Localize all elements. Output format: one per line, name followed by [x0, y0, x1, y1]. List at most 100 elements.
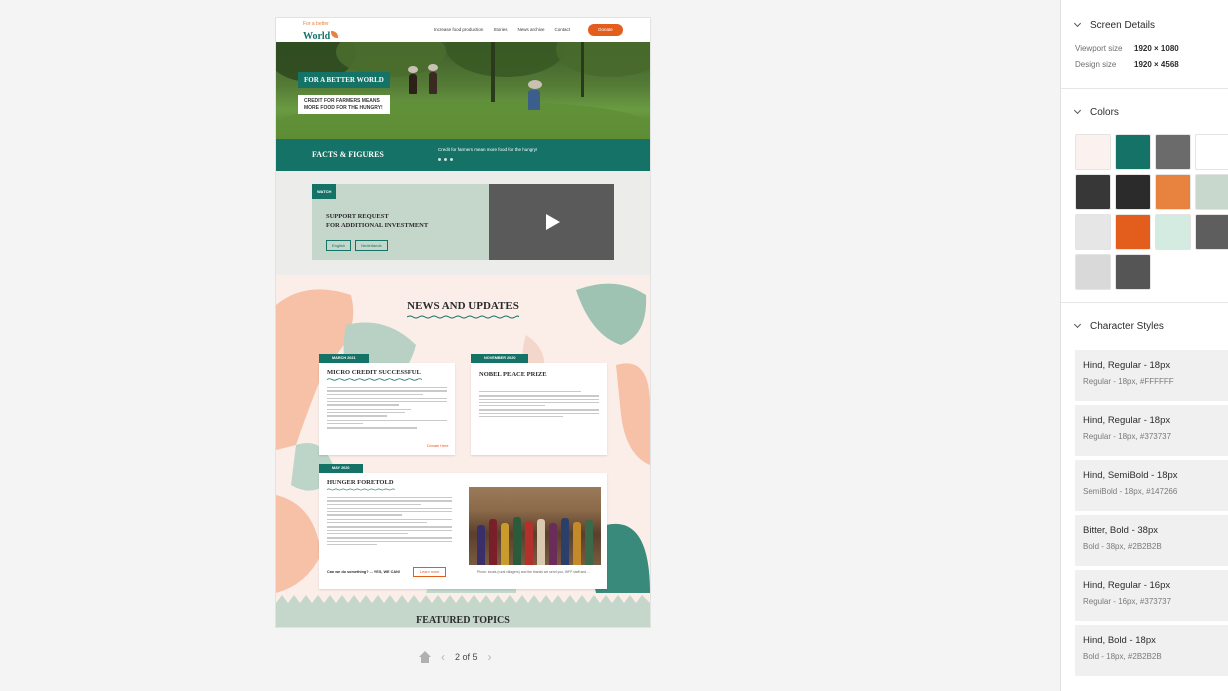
photo-caption: Photo: locals (rural villagers) and the …	[477, 570, 590, 574]
screen-details-section: Screen Details Viewport size 1920 × 1080…	[1061, 15, 1228, 69]
character-style-card[interactable]: Bitter, Bold - 38px Bold - 38px, #2B2B2B	[1075, 515, 1228, 566]
nav-link-food-production[interactable]: Increase food production	[434, 27, 484, 32]
nav-link-news-archive[interactable]: News archive	[517, 27, 544, 32]
character-style-card[interactable]: Hind, SemiBold - 18px SemiBold - 18px, #1…	[1075, 460, 1228, 511]
character-style-name: Hind, Regular - 18px	[1083, 415, 1171, 426]
facts-text: Credit for farmers mean more food for th…	[438, 147, 538, 152]
color-swatch[interactable]	[1195, 214, 1228, 250]
home-icon[interactable]	[419, 651, 431, 663]
basket-shape	[428, 64, 438, 71]
canvas: For a better World Increase food product…	[0, 0, 1060, 691]
english-button[interactable]: English	[326, 240, 352, 251]
farmer-figure	[409, 74, 417, 94]
news-card-nobel[interactable]: NOVEMBER 2020 NOBEL PEACE PRIZE	[471, 354, 607, 455]
carousel-dot[interactable]	[450, 158, 453, 161]
character-style-desc: Bold - 38px, #2B2B2B	[1083, 542, 1162, 551]
character-style-desc: Regular - 18px, #FFFFFF	[1083, 377, 1174, 386]
nederlands-button[interactable]: Nederlands	[355, 240, 388, 251]
carousel-dots[interactable]	[438, 158, 453, 161]
play-icon[interactable]	[546, 214, 560, 230]
chevron-down-icon[interactable]	[1073, 320, 1082, 329]
news-card-date: MARCH 2021	[319, 354, 369, 363]
color-swatch[interactable]	[1155, 174, 1191, 210]
learn-more-button[interactable]: Learn more	[413, 567, 447, 577]
color-swatch[interactable]	[1075, 214, 1111, 250]
squiggle-underline	[327, 488, 396, 491]
color-swatch[interactable]	[1155, 214, 1191, 250]
colors-header[interactable]: Colors	[1061, 102, 1228, 122]
color-swatch[interactable]	[1075, 174, 1111, 210]
color-swatch[interactable]	[1195, 174, 1228, 210]
palm-trunk	[491, 42, 495, 102]
site-nav: For a better World Increase food product…	[276, 18, 650, 42]
donate-button[interactable]: Donate	[588, 24, 623, 36]
watch-tag: WATCH	[312, 184, 337, 199]
pager: ‹ 2 of 5 ›	[419, 650, 492, 664]
inspect-panel: Screen Details Viewport size 1920 × 1080…	[1060, 0, 1228, 691]
character-style-desc: Regular - 16px, #373737	[1083, 597, 1172, 606]
facts-bar: FACTS & FIGURES Credit for farmers mean …	[276, 139, 650, 171]
character-style-name: Bitter, Bold - 38px	[1083, 525, 1158, 536]
color-swatch[interactable]	[1075, 134, 1111, 170]
site-logo[interactable]: For a better World	[303, 22, 339, 43]
watch-heading-line2: FOR ADDITIONAL INVESTMENT	[326, 222, 429, 230]
watch-section: WATCH SUPPORT REQUEST FOR ADDITIONAL INV…	[276, 171, 650, 275]
character-style-name: Hind, SemiBold - 18px	[1083, 470, 1178, 481]
logo-wordmark: World	[303, 31, 331, 42]
featured-topics: FEATURED TOPICS	[276, 603, 650, 627]
nav-link-stories[interactable]: Stories	[493, 27, 507, 32]
viewport-size-value: 1920 × 1080	[1134, 44, 1179, 53]
artboard[interactable]: For a better World Increase food product…	[276, 18, 650, 627]
news-card-hunger-foretold[interactable]: MAY 2020 HUNGER FORETOLD Can we do somet…	[319, 464, 607, 589]
character-styles-section: Character Styles Hind, Regular - 18px Reg…	[1061, 316, 1228, 676]
viewport-size-row: Viewport size 1920 × 1080	[1061, 44, 1228, 53]
donate-here-link[interactable]: Donate Here	[427, 444, 449, 448]
color-swatch[interactable]	[1195, 134, 1228, 170]
character-style-name: Hind, Bold - 18px	[1083, 635, 1156, 646]
screen-details-title: Screen Details	[1090, 19, 1156, 31]
character-style-card[interactable]: Hind, Regular - 16px Regular - 16px, #373…	[1075, 570, 1228, 621]
news-card-body	[327, 387, 447, 431]
page-count: 2 of 5	[455, 652, 478, 662]
chevron-down-icon[interactable]	[1073, 106, 1082, 115]
character-style-name: Hind, Regular - 16px	[1083, 580, 1171, 591]
screen-details-header[interactable]: Screen Details	[1061, 15, 1228, 35]
video-player[interactable]	[489, 184, 614, 260]
color-swatch[interactable]	[1075, 254, 1111, 290]
foliage-shape	[446, 42, 566, 77]
hero-subtitle: CREDIT FOR FARMERS MEANS MORE FOOD FOR T…	[298, 95, 390, 114]
facts-title: FACTS & FIGURES	[312, 150, 384, 159]
chevron-left-icon[interactable]: ‹	[441, 650, 445, 664]
carousel-dot[interactable]	[444, 158, 447, 161]
farmer-figure	[528, 90, 540, 110]
news-card-title: HUNGER FORETOLD	[327, 479, 394, 486]
color-swatch[interactable]	[1115, 174, 1151, 210]
featured-title: FEATURED TOPICS	[416, 615, 510, 626]
news-card-body	[327, 497, 452, 547]
color-swatch[interactable]	[1115, 254, 1151, 290]
color-swatches	[1075, 134, 1228, 290]
colors-section: Colors	[1061, 102, 1228, 290]
character-style-card[interactable]: Hind, Regular - 18px Regular - 18px, #373…	[1075, 405, 1228, 456]
nav-link-contact[interactable]: Contact	[554, 27, 570, 32]
design-size-value: 1920 × 4568	[1134, 60, 1179, 69]
character-styles-title: Character Styles	[1090, 320, 1164, 332]
basket-shape	[408, 66, 418, 73]
basket-shape	[528, 80, 542, 89]
hero-badge: FOR A BETTER WORLD	[298, 72, 390, 88]
character-styles-header[interactable]: Character Styles	[1061, 316, 1228, 336]
news-card-micro-credit[interactable]: MARCH 2021 MICRO CREDIT SUCCESSFUL Donat…	[319, 354, 455, 455]
chevron-down-icon[interactable]	[1073, 19, 1082, 28]
design-size-row: Design size 1920 × 4568	[1061, 60, 1228, 69]
character-style-card[interactable]: Hind, Bold - 18px Bold - 18px, #2B2B2B	[1075, 625, 1228, 676]
color-swatch[interactable]	[1115, 214, 1151, 250]
watch-card: WATCH SUPPORT REQUEST FOR ADDITIONAL INV…	[312, 184, 614, 260]
news-card-cta: Can we do something? ... YES, WE CAN!	[327, 570, 401, 574]
nav-links: Increase food production Stories News ar…	[434, 27, 570, 32]
character-style-card[interactable]: Hind, Regular - 18px Regular - 18px, #FFF…	[1075, 350, 1228, 401]
color-swatch[interactable]	[1115, 134, 1151, 170]
palm-trunk	[581, 42, 584, 97]
carousel-dot[interactable]	[438, 158, 441, 161]
chevron-right-icon[interactable]: ›	[488, 650, 492, 664]
color-swatch[interactable]	[1155, 134, 1191, 170]
